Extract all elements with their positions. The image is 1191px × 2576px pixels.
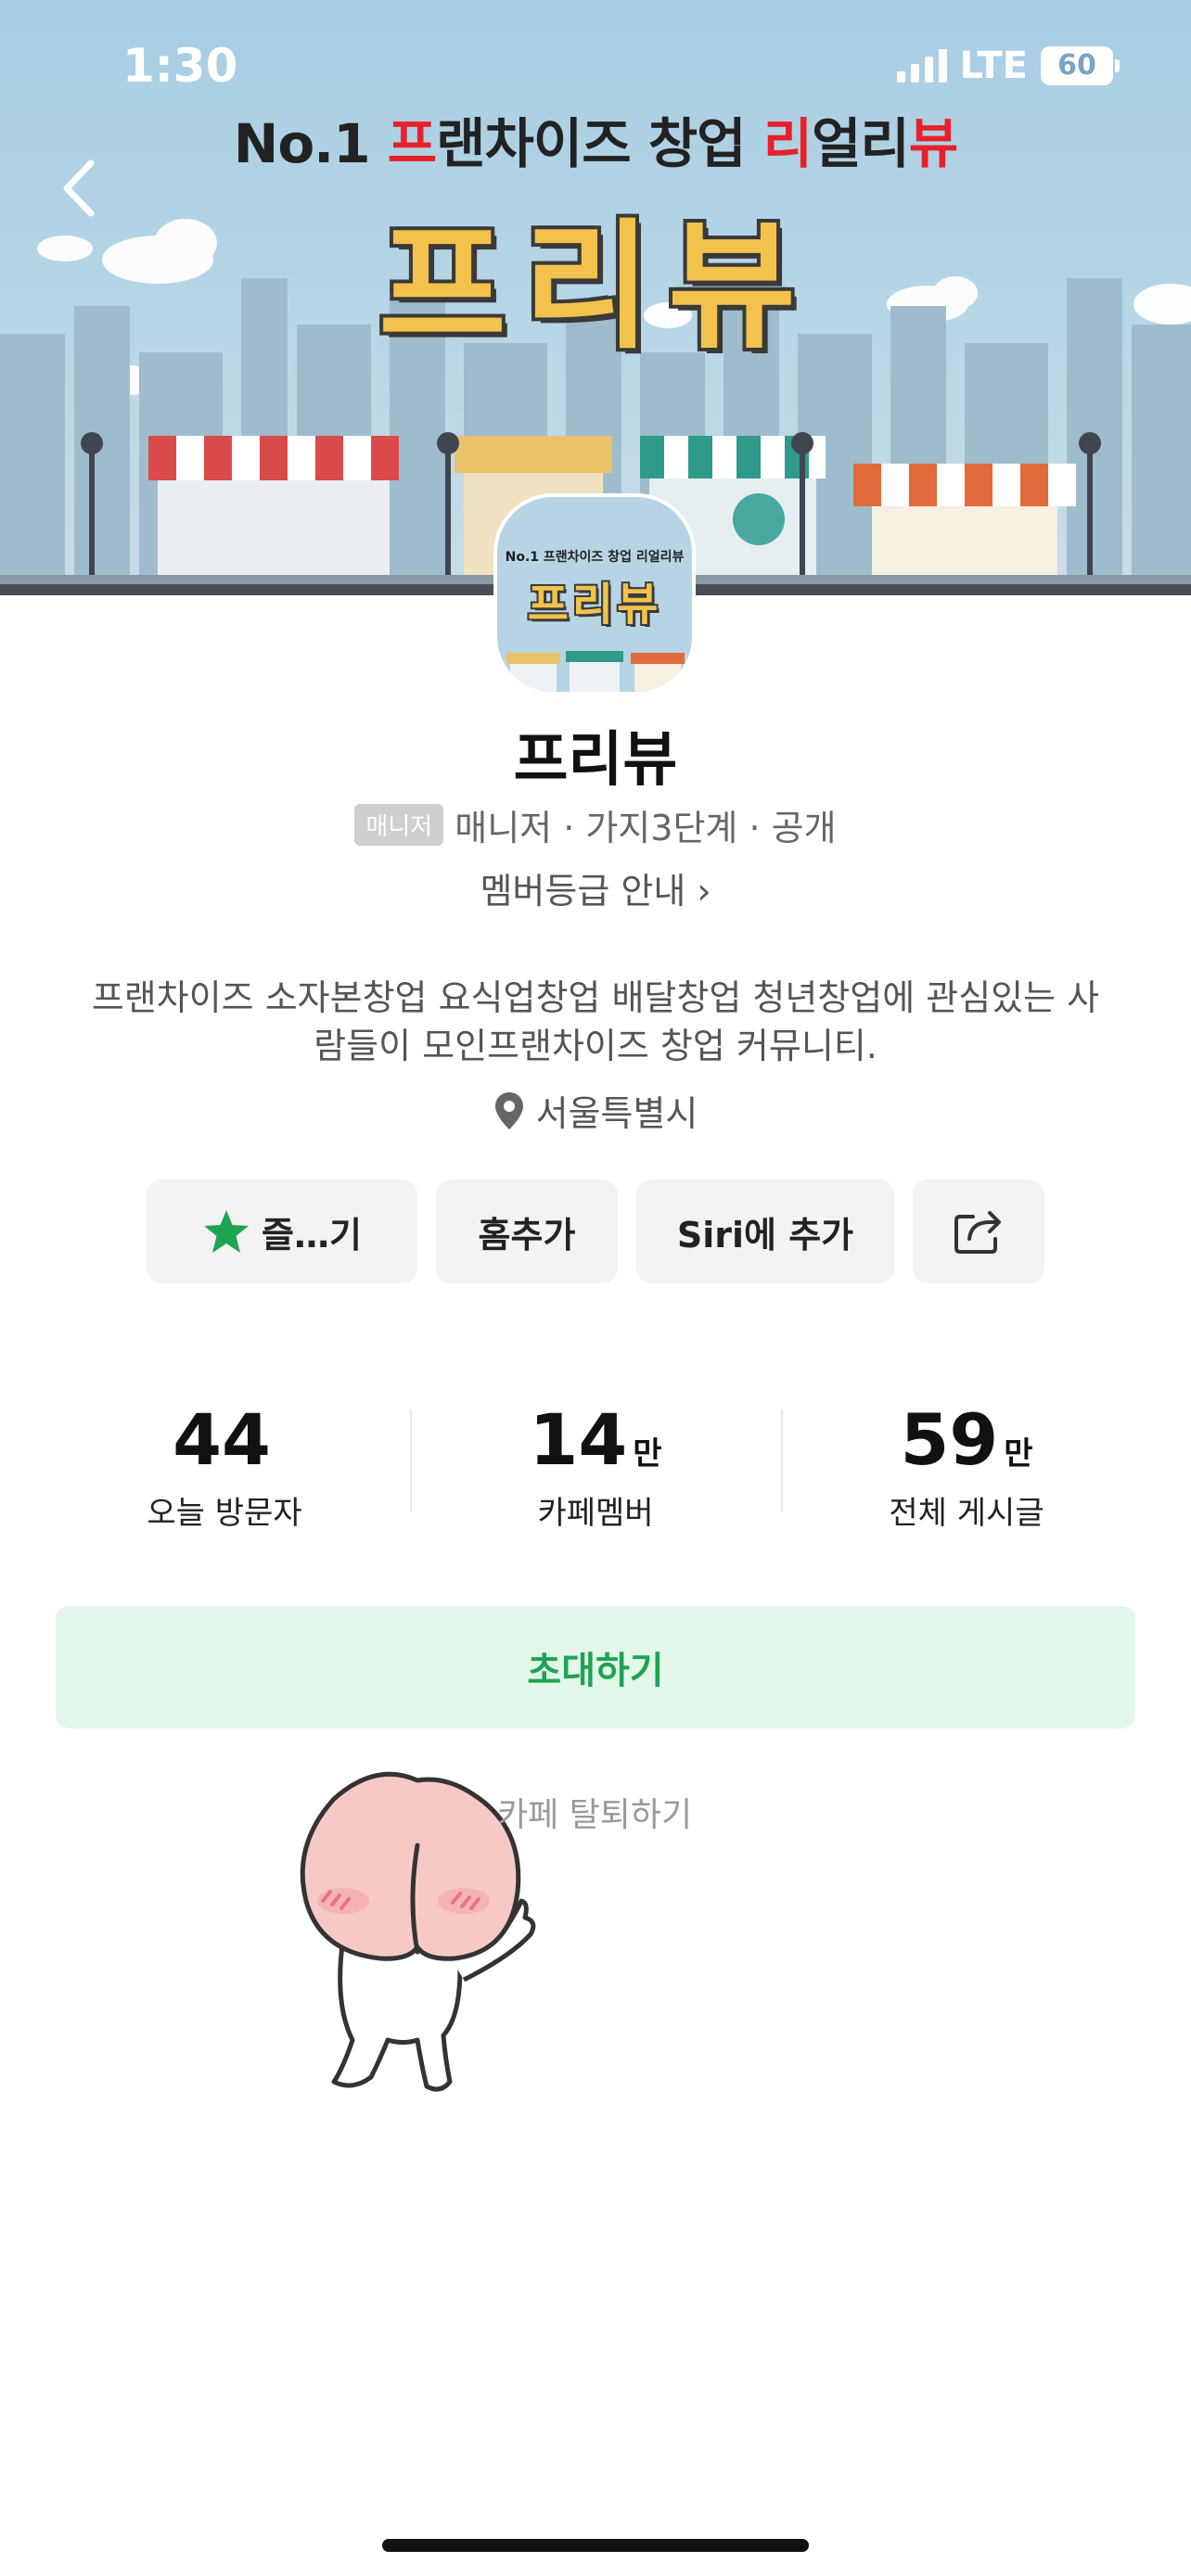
manager-badge: 매니저 [354, 804, 444, 846]
action-buttons: 즐…기 홈추가 Siri에 추가 [0, 1180, 1191, 1283]
stat-cafe-members[interactable]: 14 만 카페멤버 [410, 1398, 781, 1533]
location-text: 서울특별시 [535, 1093, 698, 1134]
siri-label: Siri에 추가 [677, 1206, 853, 1257]
tagline-part: 얼리 [812, 112, 910, 175]
add-to-home-label: 홈추가 [478, 1214, 576, 1256]
battery-level: 60 [1057, 49, 1096, 82]
banner-tagline: No.1 프랜차이즈 창업 리얼리뷰 [0, 100, 1191, 178]
network-type: LTE [959, 45, 1028, 87]
signal-icon [896, 49, 947, 83]
stat-unit: 만 [1004, 1435, 1033, 1473]
favorite-label: 즐…기 [262, 1214, 362, 1256]
member-grade-link[interactable]: 멤버등급 안내 › [0, 862, 1191, 913]
stat-value: 14 [529, 1398, 628, 1481]
avatar-tagline: No.1 프랜차이즈 창업 리얼리뷰 [505, 550, 685, 565]
leave-cafe-link[interactable]: 카페 탈퇴하기 [497, 1788, 692, 1836]
stat-total-posts[interactable]: 59 만 전체 게시글 [781, 1398, 1152, 1533]
cafe-stats: 44 오늘 방문자 14 만 카페멤버 59 만 전체 게시글 [0, 1398, 1191, 1547]
avatar-shops-illustration [497, 645, 692, 692]
share-icon [954, 1211, 1001, 1254]
tagline-part: 랜차이즈 창업 [436, 112, 763, 175]
banner-title: 프리뷰 [378, 207, 813, 368]
status-indicators: LTE 60 [896, 45, 1120, 87]
home-indicator [382, 2539, 809, 2552]
stat-label: 전체 게시글 [889, 1495, 1044, 1532]
stat-unit: 만 [633, 1435, 662, 1473]
tagline-part: 프 [387, 112, 437, 175]
location-pin-icon [494, 1091, 523, 1129]
invite-button[interactable]: 초대하기 [56, 1606, 1135, 1728]
cafe-avatar[interactable]: No.1 프랜차이즈 창업 리얼리뷰 프리뷰 [497, 497, 692, 692]
add-to-home-button[interactable]: 홈추가 [436, 1180, 618, 1283]
avatar-title: 프리뷰 [527, 579, 662, 631]
tagline-part: 리 [762, 112, 813, 175]
add-to-siri-button[interactable]: Siri에 추가 [636, 1180, 894, 1283]
stat-label: 카페멤버 [537, 1495, 654, 1532]
cafe-meta-text: 매니저 · 가지3단계 · 공개 [455, 808, 837, 848]
favorite-button[interactable]: 즐…기 [147, 1180, 417, 1283]
status-time: 1:30 [122, 39, 238, 93]
stat-value: 59 [900, 1398, 999, 1481]
share-button[interactable] [913, 1180, 1044, 1283]
star-icon [204, 1210, 250, 1253]
tagline-part: 뷰 [908, 112, 958, 175]
cafe-description: 프랜차이즈 소자본창업 요식업창업 배달창업 청년창업에 관심있는 사람들이 모… [91, 977, 1100, 1066]
cafe-name: 프리뷰 [513, 726, 678, 795]
stat-value: 44 [173, 1398, 271, 1481]
stat-label: 오늘 방문자 [147, 1495, 302, 1532]
cafe-location: 서울특별시 [0, 1085, 1191, 1136]
battery-icon: 60 [1041, 46, 1120, 85]
tagline-part: No.1 [233, 112, 388, 175]
siri-label-bold: Siri [676, 1214, 745, 1256]
siri-label-rest: 에 추가 [744, 1214, 854, 1256]
cafe-meta: 매니저 매니저 · 가지3단계 · 공개 [0, 799, 1191, 850]
stat-today-visitors: 44 오늘 방문자 [39, 1398, 410, 1533]
